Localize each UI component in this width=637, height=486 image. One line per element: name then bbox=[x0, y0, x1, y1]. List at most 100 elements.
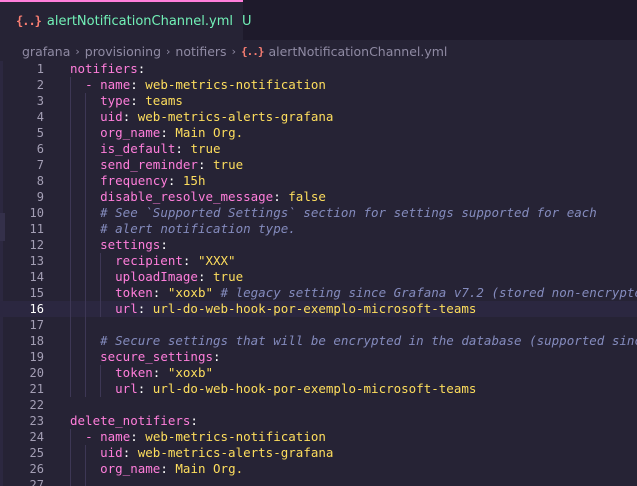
chevron-right-icon: › bbox=[166, 44, 171, 58]
code-token: false bbox=[288, 189, 326, 204]
code-line[interactable]: 19 secure_settings: bbox=[0, 349, 637, 365]
code-line[interactable]: 27 bbox=[0, 477, 637, 486]
code-line[interactable]: 8 frequency: 15h bbox=[0, 173, 637, 189]
code-token: : bbox=[175, 141, 191, 156]
indent-guide bbox=[85, 445, 87, 486]
code-line[interactable]: 20 token: "xoxb" bbox=[0, 365, 637, 381]
code-text: recipient: "XXX" bbox=[70, 253, 235, 269]
code-text: send_reminder: true bbox=[70, 157, 243, 173]
line-number: 26 bbox=[29, 462, 44, 476]
indent-guide bbox=[100, 365, 102, 397]
code-token: secure_settings bbox=[100, 349, 213, 364]
code-token: token bbox=[115, 365, 153, 380]
code-line[interactable]: 21 url: url-do-web-hook-por-exemplo-micr… bbox=[0, 381, 637, 397]
line-number: 7 bbox=[36, 158, 44, 172]
code-text: url: url-do-web-hook-por-exemplo-microso… bbox=[70, 381, 476, 397]
code-token: web-metrics-alerts-grafana bbox=[137, 109, 334, 124]
yaml-file-icon: {..} bbox=[16, 14, 42, 28]
chevron-right-icon: › bbox=[231, 44, 236, 58]
code-line[interactable]: 3 type: teams bbox=[0, 93, 637, 109]
code-token: : bbox=[190, 413, 198, 428]
code-token: web-metrics-notification bbox=[145, 77, 326, 92]
yaml-file-icon: {..} bbox=[240, 44, 264, 58]
breadcrumb-file[interactable]: alertNotificationChannel.yml bbox=[268, 44, 447, 59]
line-number: 12 bbox=[29, 238, 44, 252]
breadcrumb-provisioning[interactable]: provisioning bbox=[85, 44, 161, 59]
code-token: send_reminder bbox=[100, 157, 198, 172]
code-token: : bbox=[213, 349, 221, 364]
code-text: # alert notification type. bbox=[70, 221, 296, 237]
code-token: uid bbox=[100, 109, 123, 124]
code-token: true bbox=[190, 141, 221, 156]
code-line[interactable]: 14 uploadImage: true bbox=[0, 269, 637, 285]
chevron-right-icon: › bbox=[75, 44, 80, 58]
code-line[interactable]: 18 # Secure settings that will be encryp… bbox=[0, 333, 637, 349]
code-line[interactable]: 9 disable_resolve_message: false bbox=[0, 189, 637, 205]
code-line[interactable]: 2 - name: web-metrics-notification bbox=[0, 77, 637, 93]
code-token: true bbox=[213, 269, 244, 284]
line-number: 19 bbox=[29, 350, 44, 364]
line-number: 17 bbox=[29, 318, 44, 332]
code-line[interactable]: 25 uid: web-metrics-alerts-grafana bbox=[0, 445, 637, 461]
code-text: secure_settings: bbox=[70, 349, 221, 365]
code-token: name bbox=[100, 77, 131, 92]
code-token: uploadImage bbox=[115, 269, 198, 284]
code-text: disable_resolve_message: false bbox=[70, 189, 326, 205]
code-line[interactable]: 23 delete_notifiers: bbox=[0, 413, 637, 429]
code-text: delete_notifiers: bbox=[70, 413, 198, 429]
code-line[interactable]: 13 recipient: "XXX" bbox=[0, 253, 637, 269]
code-token: - bbox=[85, 77, 101, 92]
code-token: : bbox=[122, 109, 138, 124]
code-token: : bbox=[152, 285, 168, 300]
code-line[interactable]: 15 token: "xoxb" # legacy setting since … bbox=[0, 285, 637, 301]
line-number: 14 bbox=[29, 270, 44, 284]
code-line[interactable]: 6 is_default: true bbox=[0, 141, 637, 157]
code-token: is_default bbox=[100, 141, 176, 156]
code-token: : bbox=[137, 301, 153, 316]
line-number: 15 bbox=[29, 286, 44, 300]
line-number: 18 bbox=[29, 334, 44, 348]
code-token: web-metrics-alerts-grafana bbox=[137, 445, 334, 460]
code-line[interactable]: 17 bbox=[0, 317, 637, 333]
code-text: org_name: Main Org. bbox=[70, 125, 243, 141]
code-token: url bbox=[115, 301, 138, 316]
code-text: org_name: Main Org. bbox=[70, 461, 243, 477]
indent-guide bbox=[70, 429, 71, 486]
code-token: org_name bbox=[100, 461, 161, 476]
code-line[interactable]: 7 send_reminder: true bbox=[0, 157, 637, 173]
code-line[interactable]: 4 uid: web-metrics-alerts-grafana bbox=[0, 109, 637, 125]
editor-window: {..} alertNotificationChannel.yml U graf… bbox=[0, 0, 637, 486]
breadcrumb-grafana[interactable]: grafana bbox=[22, 44, 70, 59]
code-line[interactable]: 10 # See `Supported Settings` section fo… bbox=[0, 205, 637, 221]
code-line[interactable]: 22 bbox=[0, 397, 637, 413]
untracked-status-badge: U bbox=[242, 13, 252, 29]
code-text: - name: web-metrics-notification bbox=[70, 77, 326, 93]
code-token: notifiers bbox=[70, 61, 138, 76]
code-token: Main Org. bbox=[175, 461, 244, 476]
code-line[interactable]: 26 org_name: Main Org. bbox=[0, 461, 637, 477]
code-token: : bbox=[130, 93, 146, 108]
line-number: 23 bbox=[29, 414, 44, 428]
line-number: 22 bbox=[29, 398, 44, 412]
tab-alert-notification-channel[interactable]: {..} alertNotificationChannel.yml U bbox=[0, 0, 252, 40]
code-token: settings bbox=[100, 237, 161, 252]
code-token: : bbox=[197, 157, 214, 172]
code-text: # See `Supported Settings` section for s… bbox=[70, 205, 597, 221]
code-line[interactable]: 12 settings: bbox=[0, 237, 637, 253]
code-line[interactable]: 11 # alert notification type. bbox=[0, 221, 637, 237]
code-token: "xoxb" bbox=[167, 365, 214, 380]
code-line[interactable]: 16 url: url-do-web-hook-por-exemplo-micr… bbox=[0, 301, 637, 317]
code-token: : bbox=[122, 445, 138, 460]
code-token: url bbox=[115, 381, 138, 396]
code-token: : bbox=[167, 173, 183, 188]
code-token: - bbox=[85, 429, 101, 444]
code-line[interactable]: 1 notifiers: bbox=[0, 61, 637, 77]
code-line[interactable]: 24 - name: web-metrics-notification bbox=[0, 429, 637, 445]
code-line[interactable]: 5 org_name: Main Org. bbox=[0, 125, 637, 141]
code-token: : bbox=[137, 61, 146, 76]
code-editor[interactable]: 1 notifiers: 2 - name: web-metrics-notific… bbox=[0, 61, 637, 486]
line-number: 5 bbox=[36, 126, 44, 140]
line-number: 4 bbox=[36, 110, 44, 124]
breadcrumb-notifiers[interactable]: notifiers bbox=[175, 44, 226, 59]
